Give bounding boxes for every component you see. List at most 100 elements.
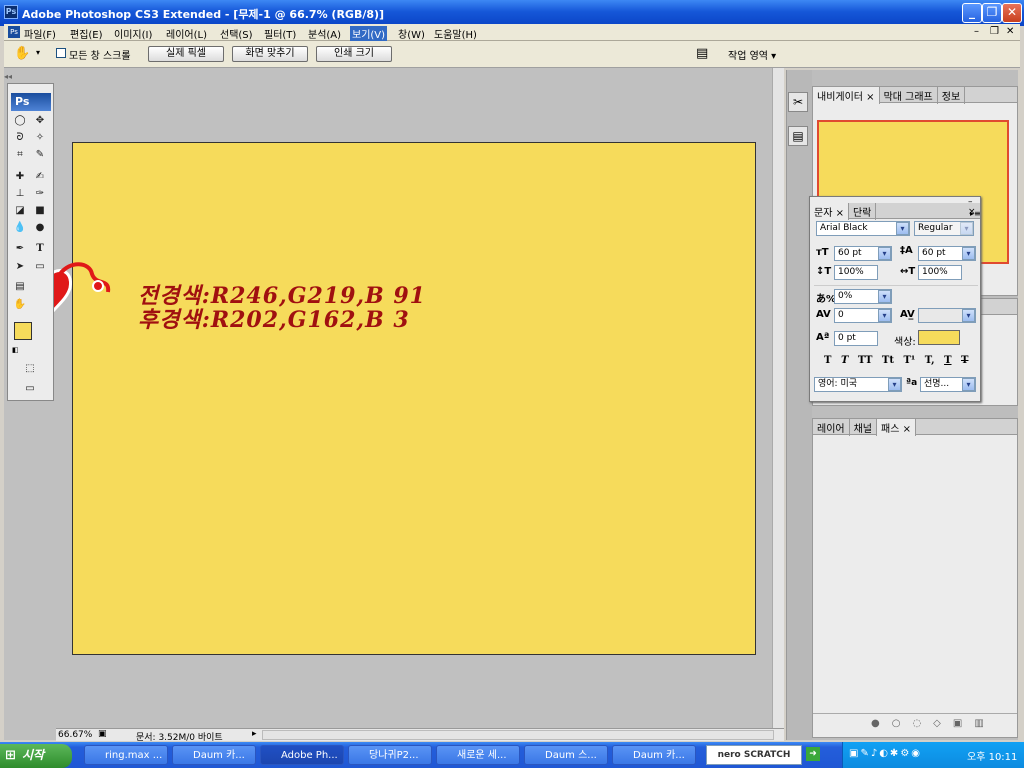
scroll-all-checkbox[interactable] [56, 48, 66, 58]
eraser-tool-icon[interactable]: ◪ [12, 204, 28, 218]
horizontal-scrollbar[interactable] [262, 730, 774, 740]
text-color-swatch[interactable] [918, 330, 960, 345]
print-size-button[interactable]: 인쇄 크기 [316, 46, 392, 62]
antialias-dropdown-icon[interactable]: ▾ [962, 378, 975, 391]
baseline-shift-field[interactable]: 0 pt [834, 331, 878, 346]
tsume-dropdown-icon[interactable]: ▾ [878, 290, 891, 303]
fit-screen-button[interactable]: 화면 맞추기 [232, 46, 308, 62]
foreground-color-swatch[interactable] [14, 322, 32, 340]
workspace-menu[interactable]: 작업 영역 ▾ [728, 47, 776, 62]
text-style-buttons[interactable]: T T TT Tt T¹ T, T T [824, 355, 974, 366]
maximize-button[interactable]: ❐ [982, 3, 1002, 23]
horizontal-scale-field[interactable]: 100% [918, 265, 962, 280]
vertical-scale-field[interactable]: 100% [834, 265, 878, 280]
subscript-button[interactable]: T, [925, 355, 935, 366]
menu-view[interactable]: 보기(V) [350, 26, 388, 41]
default-colors-icon[interactable]: ◧ [12, 346, 19, 354]
menu-analysis[interactable]: 분석(A) [308, 26, 341, 41]
leading-dropdown-icon[interactable]: ▾ [962, 247, 975, 260]
kerning-dropdown-icon[interactable]: ▾ [878, 309, 891, 322]
clone-stamp-tool-icon[interactable]: ⊥ [12, 187, 28, 201]
actual-pixels-button[interactable]: 실제 픽셀 [148, 46, 224, 62]
tab-histogram[interactable]: 막대 그래프 [880, 87, 938, 104]
document-canvas[interactable] [72, 142, 756, 655]
menu-image[interactable]: 이미지(I) [114, 26, 152, 41]
crop-tool-icon[interactable]: ⌗ [12, 148, 28, 162]
toolbox-collapse-icon[interactable]: ◂◂ [4, 72, 12, 81]
taskbar-item[interactable]: 새로운 세... [436, 745, 520, 765]
tab-paths[interactable]: 패스 × [877, 419, 916, 436]
taskbar-item[interactable]: Daum 카... [172, 745, 256, 765]
document-icon[interactable]: Ps [8, 26, 20, 38]
menu-help[interactable]: 도움말(H) [434, 26, 477, 41]
pen-tool-icon[interactable]: ✒ [12, 242, 28, 256]
tab-character[interactable]: 문자 × [810, 203, 849, 220]
menu-layer[interactable]: 레이어(L) [166, 26, 207, 41]
nero-search-box[interactable]: nero SCRATCH [706, 745, 802, 765]
font-family-dropdown-icon[interactable]: ▾ [896, 222, 909, 235]
menu-window[interactable]: 창(W) [398, 26, 425, 41]
taskbar-item[interactable]: Daum 스... [524, 745, 608, 765]
menu-edit[interactable]: 편집(E) [70, 26, 103, 41]
tab-channels[interactable]: 채널 [850, 419, 878, 436]
menu-select[interactable]: 선택(S) [220, 26, 253, 41]
start-button[interactable]: ⊞ 시작 [0, 744, 72, 768]
close-button[interactable]: ✕ [1002, 3, 1022, 23]
taskbar-item-active[interactable]: Adobe Ph... [260, 745, 344, 765]
status-menu-arrow-icon[interactable]: ▸ [252, 729, 257, 739]
menu-file[interactable]: 파일(F) [24, 26, 56, 41]
small-caps-button[interactable]: Tt [882, 355, 894, 366]
doc-restore-icon[interactable]: ❐ [990, 26, 999, 37]
tracking-dropdown-icon[interactable]: ▾ [962, 309, 975, 322]
history-brush-tool-icon[interactable]: ✑ [32, 187, 48, 201]
tab-paragraph[interactable]: 단락 [849, 203, 877, 220]
tool-presets-icon[interactable]: ✂ [788, 92, 808, 112]
marquee-tool-icon[interactable]: ◯ [12, 114, 28, 128]
type-tool-icon[interactable]: T [32, 242, 48, 256]
underline-button[interactable]: T [944, 355, 951, 366]
shape-tool-icon[interactable]: ▭ [32, 260, 48, 274]
zoom-level[interactable]: 66.67% [58, 730, 92, 740]
doc-close-icon[interactable]: ✕ [1006, 26, 1014, 37]
all-caps-button[interactable]: TT [858, 355, 873, 366]
blur-tool-icon[interactable]: 💧 [12, 221, 28, 235]
slice-tool-icon[interactable]: ✎ [32, 148, 48, 162]
magic-wand-tool-icon[interactable]: ✧ [32, 131, 48, 145]
dodge-tool-icon[interactable]: ● [32, 221, 48, 235]
hand-tool-icon[interactable]: ✋ [12, 298, 28, 312]
tab-info[interactable]: 정보 [938, 87, 966, 104]
tab-layers[interactable]: 레이어 [813, 419, 850, 436]
brush-tool-icon[interactable]: ✍ [32, 170, 48, 184]
lasso-tool-icon[interactable]: ᘐ [12, 131, 28, 145]
font-style-dropdown-icon[interactable]: ▾ [960, 222, 973, 235]
tab-navigator[interactable]: 내비게이터 × [813, 87, 880, 104]
tray-icons[interactable]: ▣✎♪◐✱⚙◉ [849, 748, 922, 759]
search-go-icon[interactable]: ➜ [806, 747, 820, 761]
superscript-button[interactable]: T¹ [903, 355, 915, 366]
menu-filter[interactable]: 필터(T) [264, 26, 296, 41]
notes-tool-icon[interactable]: ▤ [12, 280, 28, 294]
panel-menu-icon[interactable]: ▸≡ [970, 209, 981, 218]
taskbar-item[interactable]: ring.max ... [84, 745, 168, 765]
hand-tool-icon[interactable]: ✋ [14, 46, 30, 61]
minimize-button[interactable]: _ [962, 3, 982, 23]
screen-mode-icon[interactable]: ▭ [22, 382, 38, 396]
gradient-tool-icon[interactable]: ■ [32, 204, 48, 218]
doc-minimize-icon[interactable]: – [974, 26, 979, 37]
language-dropdown-icon[interactable]: ▾ [888, 378, 901, 391]
brushes-panel-icon[interactable]: ▤ [788, 126, 808, 146]
taskbar-item[interactable]: 당나귀P2... [348, 745, 432, 765]
healing-brush-tool-icon[interactable]: ✚ [12, 170, 28, 184]
faux-bold-button[interactable]: T [824, 355, 831, 366]
vertical-scrollbar[interactable] [772, 68, 784, 728]
tool-preset-dropdown-icon[interactable]: ▾ [36, 48, 40, 57]
strikethrough-button[interactable]: T [961, 355, 968, 366]
move-tool-icon[interactable]: ✥ [32, 114, 48, 128]
font-size-dropdown-icon[interactable]: ▾ [878, 247, 891, 260]
faux-italic-button[interactable]: T [841, 355, 848, 366]
palette-well-icon[interactable]: ▤ [696, 46, 708, 61]
path-selection-tool-icon[interactable]: ➤ [12, 260, 28, 274]
paths-footer-icons[interactable]: ●○◌◇▣▥ [813, 713, 1017, 735]
quick-mask-icon[interactable]: ⬚ [22, 362, 38, 376]
taskbar-item[interactable]: Daum 카... [612, 745, 696, 765]
